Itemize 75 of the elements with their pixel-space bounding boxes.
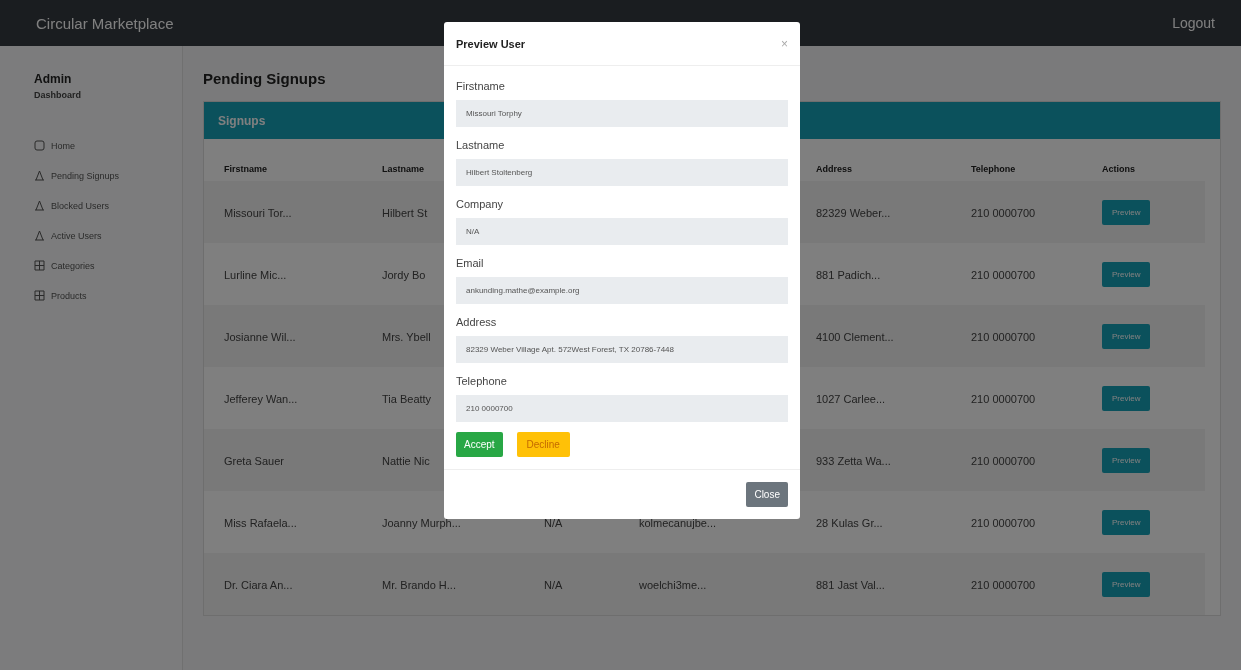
sidebar-link[interactable]: Categories (51, 260, 95, 271)
sidebar-link[interactable]: Products (51, 290, 87, 301)
table-cell: 933 Zetta Wa... (816, 455, 891, 467)
table-cell: Mr. Brando H... (382, 579, 456, 591)
table-cell: Mrs. Ybell (382, 331, 431, 343)
page-title: Pending Signups (203, 70, 326, 87)
field-label: Company (456, 198, 505, 210)
table-cell: Tia Beatty (382, 393, 432, 405)
preview-button[interactable]: Preview (1102, 447, 1151, 473)
field-label: Lastname (456, 139, 506, 151)
column-header: Telephone (971, 164, 1016, 174)
table-cell: Jefferey Wan... (224, 393, 298, 405)
preview-button[interactable]: Preview (1102, 571, 1151, 597)
table-cell: Dr. Ciara An... (224, 579, 293, 591)
input-field[interactable]: Hilbert Stoltenberg (456, 159, 788, 186)
column-header: Address (816, 164, 852, 174)
input-field[interactable]: 82329 Weber Village Apt. 572West Forest, TX 20786-7448 (456, 336, 788, 363)
table-cell: 210 0000700 (971, 455, 1036, 467)
table-cell: 82329 Weber... (816, 207, 891, 219)
close-icon[interactable]: × (781, 36, 788, 51)
table-cell: 210 0000700 (971, 269, 1036, 281)
preview-button[interactable]: Preview (1102, 199, 1151, 225)
grid-icon (34, 290, 45, 301)
input-field[interactable]: N/A (456, 218, 788, 245)
table-cell: N/A (544, 579, 563, 591)
brand-title[interactable]: Circular Marketplace (36, 14, 174, 32)
table-cell: 210 0000700 (971, 393, 1036, 405)
column-header: Actions (1102, 164, 1135, 174)
table-cell: Nattie Nic (382, 455, 430, 467)
card-title: Signups (218, 113, 266, 128)
input-field[interactable]: Missouri Torphy (456, 100, 788, 127)
table-cell: 210 0000700 (971, 517, 1036, 529)
table-cell: N/A (544, 517, 563, 529)
table-cell: woelchi3me... (639, 579, 707, 591)
field-label: Firstname (456, 80, 506, 92)
close-button[interactable]: Close (746, 482, 788, 507)
accept-button[interactable]: Accept (456, 432, 503, 457)
table-cell: Greta Sauer (224, 455, 284, 467)
column-header: Firstname (224, 164, 267, 174)
table-cell: Lurline Mic... (224, 269, 287, 281)
table-cell: Hilbert St (382, 207, 428, 219)
table-cell: Missouri Tor... (224, 207, 292, 219)
input-field[interactable]: ankunding.mathe@example.org (456, 277, 788, 304)
sidebar-link[interactable]: Active Users (51, 230, 102, 241)
table-cell: 28 Kulas Gr... (816, 517, 883, 529)
table-cell: 881 Padich... (816, 269, 881, 281)
preview-button[interactable]: Preview (1102, 385, 1151, 411)
table-cell: 210 0000700 (971, 207, 1036, 219)
sidebar-title: Admin (34, 72, 73, 86)
table-cell: 4100 Clement... (816, 331, 894, 343)
decline-button[interactable]: Decline (516, 432, 570, 457)
table-cell: 1027 Carlee... (816, 393, 886, 405)
grid-icon (34, 260, 45, 271)
column-header: Lastname (382, 164, 425, 174)
logout-link[interactable]: Logout (1172, 15, 1215, 31)
table-cell: Jordy Bo (382, 269, 426, 281)
preview-button[interactable]: Preview (1102, 323, 1151, 349)
dialog-title: Preview User (456, 37, 526, 50)
sidebar-link[interactable]: Home (51, 140, 75, 151)
input-field[interactable]: 210 0000700 (456, 395, 788, 422)
sidebar-link[interactable]: Blocked Users (51, 200, 110, 211)
field-label: Email (456, 257, 485, 269)
table-cell: Josianne Wil... (224, 331, 296, 343)
sidebar-subtitle: Dashboard (34, 90, 82, 100)
field-label: Address (456, 316, 498, 328)
table-cell: 210 0000700 (971, 579, 1036, 591)
sidebar-link[interactable]: Pending Signups (51, 170, 120, 181)
table-cell: Miss Rafaela... (224, 517, 297, 529)
table-cell: 881 Jast Val... (816, 579, 885, 591)
preview-button[interactable]: Preview (1102, 261, 1151, 287)
table-cell: 210 0000700 (971, 331, 1036, 343)
preview-button[interactable]: Preview (1102, 509, 1151, 535)
table-cell: Joanny Murph... (382, 517, 461, 529)
table-cell: kolmecanujbe... (639, 517, 717, 529)
field-label: Telephone (456, 375, 508, 387)
